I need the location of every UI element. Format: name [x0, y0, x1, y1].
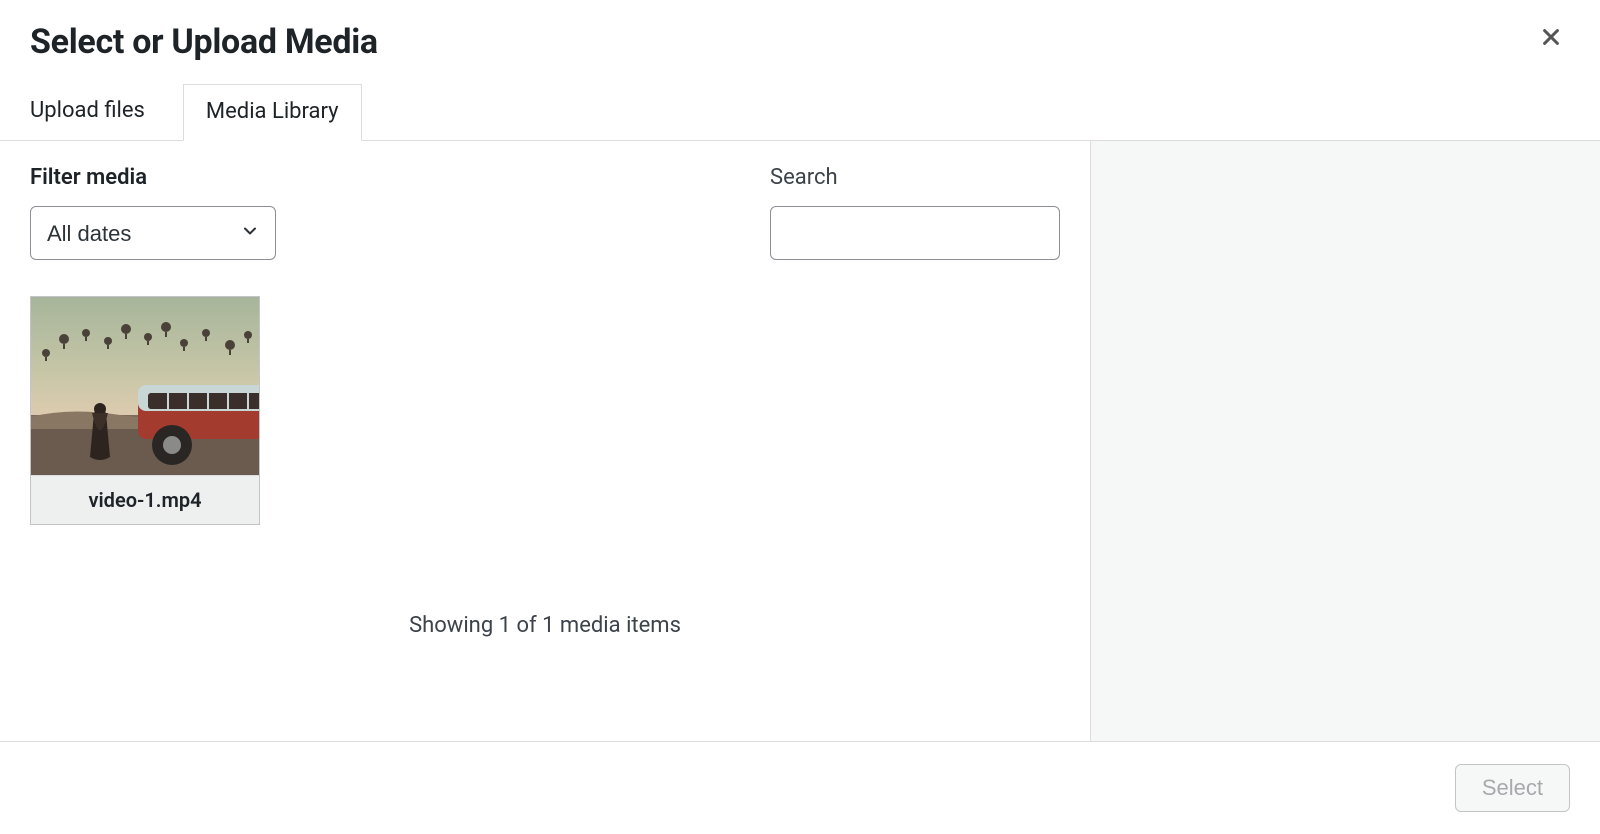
media-modal: Select or Upload Media Upload files Medi…	[0, 0, 1600, 834]
modal-body: Filter media All dates Search	[0, 141, 1600, 742]
search-group: Search	[770, 165, 1060, 260]
media-status: Showing 1 of 1 media items	[30, 613, 1060, 638]
date-filter-select[interactable]: All dates	[30, 206, 276, 260]
tab-label: Media Library	[206, 99, 339, 124]
tabs: Upload files Media Library	[0, 84, 1600, 141]
select-button-label: Select	[1482, 775, 1543, 800]
close-icon	[1540, 26, 1562, 48]
modal-title: Select or Upload Media	[30, 22, 378, 62]
filter-media-group: Filter media All dates	[30, 165, 276, 260]
search-label: Search	[770, 165, 1060, 190]
details-sidebar	[1090, 141, 1600, 741]
media-item[interactable]: video-1.mp4	[30, 296, 260, 525]
media-filename: video-1.mp4	[31, 475, 259, 524]
media-grid: video-1.mp4	[30, 296, 1060, 525]
tab-label: Upload files	[30, 98, 145, 123]
filter-media-label: Filter media	[30, 165, 276, 190]
select-button[interactable]: Select	[1455, 764, 1570, 812]
media-thumbnail	[31, 297, 259, 475]
tab-upload-files[interactable]: Upload files	[30, 84, 167, 140]
modal-header: Select or Upload Media	[0, 0, 1600, 70]
modal-footer: Select	[0, 742, 1600, 834]
tab-media-library[interactable]: Media Library	[183, 84, 362, 141]
date-filter-wrap: All dates	[30, 206, 276, 260]
close-button[interactable]	[1532, 22, 1570, 57]
main-panel: Filter media All dates Search	[0, 141, 1090, 741]
filters-row: Filter media All dates Search	[30, 165, 1060, 260]
search-input[interactable]	[770, 206, 1060, 260]
